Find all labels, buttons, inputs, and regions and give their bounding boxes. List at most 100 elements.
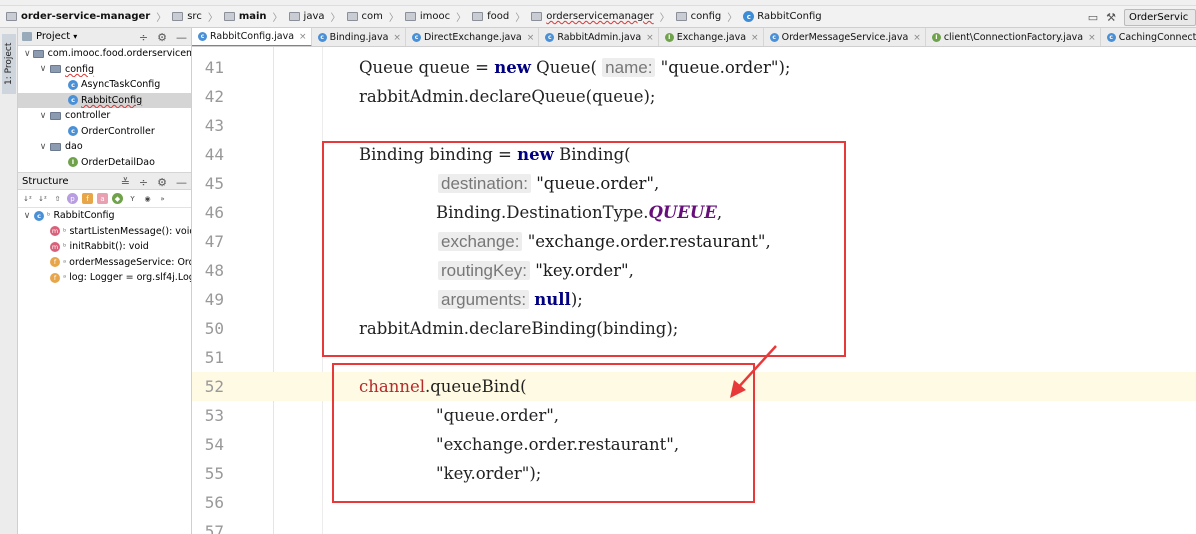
- tab-cachingconnectionfactory[interactable]: cCachingConnectionFactory.java×: [1101, 28, 1196, 46]
- structure-member[interactable]: m ᵇ startListenMessage(): void: [18, 224, 191, 240]
- package-icon: [50, 65, 61, 74]
- tab-rabbitconfig[interactable]: c RabbitConfig.java ×: [192, 28, 312, 46]
- tree-item-dao[interactable]: ∨ dao: [18, 139, 191, 155]
- code-editor[interactable]: 41 Queue queue = new Queue( name: "queue.…: [192, 47, 1196, 534]
- breadcrumb-separator: 〉: [456, 13, 467, 24]
- show-fields-icon[interactable]: f: [82, 193, 93, 204]
- project-view-select[interactable]: Project: [36, 31, 70, 42]
- run-configuration-select[interactable]: OrderServic: [1124, 8, 1196, 26]
- tab-directexchange[interactable]: c DirectExchange.java ×: [406, 28, 540, 46]
- minimize-icon[interactable]: —: [176, 31, 187, 44]
- breadcrumb-src[interactable]: src: [172, 11, 202, 22]
- breadcrumb-config[interactable]: config: [675, 11, 721, 22]
- breadcrumb-java[interactable]: java: [288, 11, 325, 22]
- left-tool-strip: 1: Project: [0, 28, 18, 534]
- tab-binding[interactable]: c Binding.java ×: [312, 28, 406, 46]
- show-properties-icon[interactable]: p: [67, 193, 78, 204]
- more-icon[interactable]: »: [157, 193, 168, 204]
- module-icon: [6, 12, 17, 21]
- gear-icon[interactable]: ⚙: [157, 31, 167, 44]
- breadcrumb-imooc[interactable]: imooc: [404, 11, 450, 22]
- breadcrumb-food[interactable]: food: [472, 11, 509, 22]
- close-icon[interactable]: ×: [646, 33, 654, 43]
- sort-visibility-icon[interactable]: ↓²: [37, 193, 48, 204]
- breadcrumb-orderservicemanager[interactable]: orderservicemanager: [531, 11, 654, 22]
- close-icon[interactable]: ×: [299, 32, 307, 42]
- breadcrumb-rabbitconfig[interactable]: c RabbitConfig: [743, 11, 822, 22]
- close-icon[interactable]: ×: [527, 33, 535, 43]
- tree-item-config[interactable]: ∨ config: [18, 62, 191, 78]
- chevron-down-icon[interactable]: ▾: [73, 32, 77, 41]
- close-icon[interactable]: ×: [913, 33, 921, 43]
- class-icon: c: [769, 33, 779, 42]
- project-panel: Project ▾ ÷ ⚙ — ∨ com.imooc.food.orderserv…: [18, 28, 192, 534]
- navbar-tools: ▭ ⚒ OrderServic: [1084, 7, 1196, 27]
- package-icon: [675, 12, 687, 21]
- package-icon: [472, 12, 484, 21]
- show-inherited-icon[interactable]: ⇧: [52, 193, 63, 204]
- structure-member[interactable]: m ᵇ initRabbit(): void: [18, 239, 191, 255]
- breadcrumb-separator: 〉: [388, 13, 399, 24]
- class-icon: c: [34, 210, 44, 221]
- tree-item-ordercontroller[interactable]: c OrderController: [18, 124, 191, 140]
- tab-rabbitadmin[interactable]: c RabbitAdmin.java ×: [539, 28, 659, 46]
- breadcrumb-project[interactable]: order-service-manager: [6, 11, 150, 22]
- close-icon[interactable]: ×: [1088, 33, 1096, 43]
- tab-ordermessageservice[interactable]: c OrderMessageService.java ×: [764, 28, 926, 46]
- close-icon[interactable]: ×: [751, 33, 759, 43]
- minimize-icon[interactable]: —: [176, 176, 187, 189]
- build-hammer-icon[interactable]: ⚒: [1102, 8, 1120, 26]
- breadcrumb-com[interactable]: com: [346, 11, 383, 22]
- class-icon: c: [317, 33, 327, 42]
- interface-icon: I: [664, 33, 674, 42]
- package-icon: [404, 12, 416, 21]
- show-non-public-icon[interactable]: a: [97, 193, 108, 204]
- collapse-icon[interactable]: ÷: [139, 31, 148, 44]
- code-line[interactable]: 43: [192, 111, 1196, 140]
- code-line[interactable]: 42 rabbitAdmin.declareQueue(queue);: [192, 82, 1196, 111]
- folder-icon: [172, 12, 184, 21]
- layout-icon[interactable]: ▭: [1084, 8, 1102, 26]
- tree-item-package[interactable]: ∨ com.imooc.food.orderservicema: [18, 46, 191, 62]
- structure-root[interactable]: ∨ c ᵇ RabbitConfig: [18, 208, 191, 224]
- breadcrumb-separator: 〉: [207, 13, 218, 24]
- tree-item-orderdetaildao[interactable]: I OrderDetailDao: [18, 155, 191, 171]
- class-icon: c: [68, 95, 78, 106]
- show-lambdas-icon[interactable]: ◆: [112, 193, 123, 204]
- chevron-down-icon[interactable]: ∨: [38, 111, 48, 121]
- structure-member[interactable]: f ᵃ orderMessageService: Ord: [18, 255, 191, 271]
- sort-alpha-icon[interactable]: ↓²: [22, 193, 33, 204]
- chevron-down-icon[interactable]: ∨: [38, 142, 48, 152]
- chevron-down-icon[interactable]: ∨: [38, 64, 48, 74]
- structure-member[interactable]: f ᵃ log: Logger = org.slf4j.Log: [18, 270, 191, 286]
- tree-item-controller[interactable]: ∨ controller: [18, 108, 191, 124]
- code-line[interactable]: 57: [192, 517, 1196, 534]
- tree-item-rabbitconfig[interactable]: c RabbitConfig: [18, 92, 191, 108]
- navigation-bar: order-service-manager 〉 src 〉 main 〉 jav…: [0, 6, 1196, 28]
- code-line[interactable]: 41 Queue queue = new Queue( name: "queue.…: [192, 53, 1196, 82]
- gear-icon[interactable]: ⚙: [157, 176, 167, 189]
- class-icon: c: [68, 126, 78, 137]
- tab-connectionfactory[interactable]: Iclient\ConnectionFactory.java ×: [926, 28, 1101, 46]
- chevron-down-icon[interactable]: ∨: [24, 49, 31, 59]
- tab-exchange[interactable]: I Exchange.java ×: [659, 28, 764, 46]
- close-icon[interactable]: ×: [393, 33, 401, 43]
- package-icon: [50, 111, 61, 120]
- expand-all-icon[interactable]: ≚: [121, 176, 130, 189]
- filter-icon[interactable]: Y: [127, 193, 138, 204]
- breadcrumb-separator: 〉: [330, 13, 341, 24]
- method-icon: m: [50, 226, 60, 237]
- structure-panel-header: Structure ≚ ÷ ⚙ —: [18, 172, 191, 190]
- chevron-down-icon[interactable]: ∨: [22, 211, 32, 221]
- visibility-icon: ᵇ: [63, 226, 67, 236]
- class-icon: c: [545, 33, 555, 42]
- breadcrumb-main[interactable]: main: [223, 11, 267, 22]
- project-tool-tab[interactable]: 1: Project: [2, 34, 16, 94]
- package-icon: [32, 49, 44, 58]
- tree-item-asynctaskconfig[interactable]: c AsyncTaskConfig: [18, 77, 191, 93]
- autoscroll-icon[interactable]: ◉: [142, 193, 153, 204]
- class-icon: c: [198, 32, 207, 41]
- collapse-icon[interactable]: ÷: [139, 176, 148, 189]
- breadcrumb-separator: 〉: [727, 13, 738, 24]
- annotation-arrow-shaft: [735, 345, 777, 391]
